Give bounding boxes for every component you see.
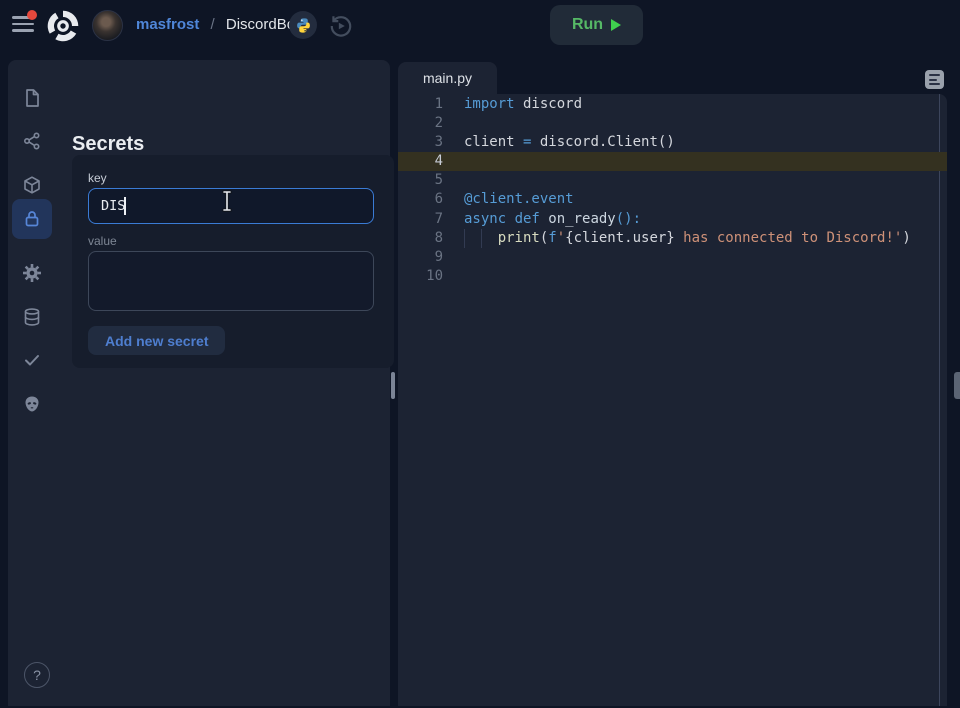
line-number: 10 bbox=[398, 267, 443, 286]
cube-icon bbox=[22, 175, 42, 195]
code-line: 4 bbox=[398, 152, 947, 171]
gear-icon bbox=[22, 263, 42, 283]
sidebar-item-secrets[interactable] bbox=[12, 199, 52, 239]
line-number: 2 bbox=[398, 114, 443, 133]
database-icon bbox=[22, 307, 42, 327]
code-line: 8print(f'{client.user} has connected to … bbox=[398, 229, 947, 248]
page-title: Secrets bbox=[72, 133, 144, 156]
sidebar-item-files[interactable] bbox=[12, 78, 52, 118]
notification-dot bbox=[27, 10, 37, 20]
lock-icon bbox=[22, 209, 42, 229]
key-label: key bbox=[88, 171, 107, 185]
pane-resize-handle-right[interactable] bbox=[954, 372, 960, 399]
alien-icon bbox=[22, 394, 42, 414]
replit-logo[interactable] bbox=[45, 8, 81, 44]
add-new-secret-button[interactable]: Add new secret bbox=[88, 326, 225, 355]
play-icon bbox=[611, 19, 621, 31]
sidebar-item-settings[interactable] bbox=[12, 253, 52, 293]
breadcrumb: masfrost / DiscordBot bbox=[136, 16, 299, 33]
sidebar-item-version-control[interactable] bbox=[12, 121, 52, 161]
code-line: 1import discord bbox=[398, 95, 947, 114]
line-number: 8 bbox=[398, 229, 443, 248]
pane-resize-handle-left[interactable] bbox=[391, 372, 395, 399]
code-line: 5 bbox=[398, 171, 947, 190]
editor-panel: main.py 1import discord23client = discor… bbox=[398, 60, 947, 706]
share-fork-icon bbox=[22, 131, 42, 151]
line-number: 3 bbox=[398, 133, 443, 152]
code-line: 9 bbox=[398, 248, 947, 267]
file-icon bbox=[22, 88, 42, 108]
check-icon bbox=[22, 350, 42, 370]
indent-guide bbox=[481, 229, 498, 248]
code-line: 3client = discord.Client() bbox=[398, 133, 947, 152]
avatar[interactable] bbox=[92, 10, 123, 41]
key-input-wrap bbox=[88, 188, 374, 224]
sidebar-item-tests[interactable] bbox=[12, 340, 52, 380]
key-input[interactable] bbox=[88, 188, 374, 224]
breadcrumb-username[interactable]: masfrost bbox=[136, 16, 199, 33]
text-caret bbox=[124, 197, 126, 215]
code-editor[interactable]: 1import discord23client = discord.Client… bbox=[398, 94, 947, 706]
value-input[interactable] bbox=[88, 251, 374, 311]
code-line: 7async def on_ready(): bbox=[398, 210, 947, 229]
top-bar: masfrost / DiscordBot Run bbox=[0, 0, 960, 52]
code-line: 6@client.event bbox=[398, 190, 947, 209]
secrets-content: Secrets System environment variables key… bbox=[64, 60, 390, 706]
line-number: 4 bbox=[398, 152, 443, 171]
line-number: 5 bbox=[398, 171, 443, 190]
history-icon[interactable] bbox=[328, 13, 354, 39]
python-icon bbox=[289, 11, 317, 39]
sidebar: ? bbox=[8, 60, 56, 706]
line-number: 6 bbox=[398, 190, 443, 209]
line-number: 1 bbox=[398, 95, 443, 114]
indent-guide bbox=[464, 229, 481, 248]
sidebar-item-extensions[interactable] bbox=[12, 384, 52, 424]
secrets-panel: ? Secrets System environment variables k… bbox=[8, 60, 390, 706]
breadcrumb-separator: / bbox=[204, 16, 222, 33]
new-secret-card: key value Add new secret bbox=[72, 155, 394, 368]
code-line: 10 bbox=[398, 267, 947, 286]
value-label: value bbox=[88, 234, 117, 248]
tab-main-py[interactable]: main.py bbox=[398, 62, 497, 94]
run-label: Run bbox=[572, 16, 603, 34]
help-button[interactable]: ? bbox=[24, 662, 50, 688]
code-line: 2 bbox=[398, 114, 947, 133]
line-number: 9 bbox=[398, 248, 443, 267]
run-button[interactable]: Run bbox=[550, 5, 643, 45]
editor-menu-icon[interactable] bbox=[925, 70, 944, 89]
code-lines: 1import discord23client = discord.Client… bbox=[398, 95, 947, 286]
line-number: 7 bbox=[398, 210, 443, 229]
sidebar-item-database[interactable] bbox=[12, 297, 52, 337]
